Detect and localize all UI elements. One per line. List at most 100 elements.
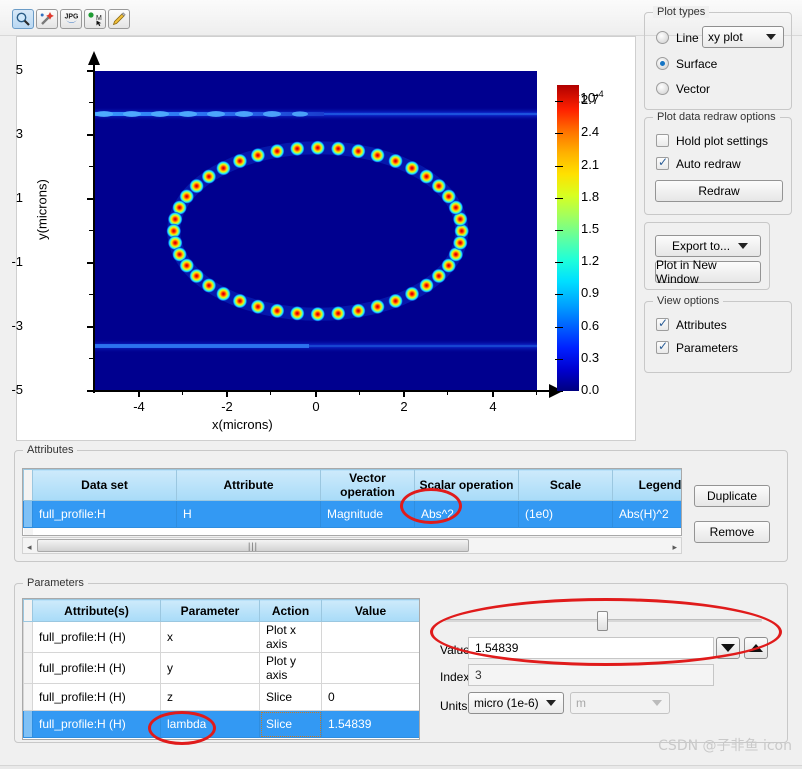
radio-surface-label: Surface — [676, 57, 718, 71]
radio-surface[interactable] — [656, 57, 669, 70]
row-handle[interactable] — [23, 621, 33, 653]
attributes-table[interactable]: Data set Attribute Vector operation Scalar … — [23, 469, 681, 535]
duplicate-button-label: Duplicate — [706, 489, 758, 503]
table-cell-empty — [176, 527, 321, 535]
table-cell[interactable]: Plot y axis — [259, 652, 322, 684]
scroll-left-icon[interactable]: ◂ — [27, 542, 32, 553]
parameters-row[interactable]: full_profile:H (H) lambda Slice 1.54839 — [23, 710, 419, 738]
value-decrement-button[interactable] — [716, 637, 740, 659]
table-cell[interactable]: z — [160, 683, 260, 711]
table-cell[interactable]: Slice — [259, 683, 322, 711]
zoom-icon-button[interactable] — [12, 9, 34, 29]
line-plot-type-combo[interactable]: xy plot — [702, 26, 784, 48]
hold-plot-settings-label: Hold plot settings — [676, 134, 769, 148]
table-cell[interactable]: full_profile:H (H) — [32, 621, 161, 653]
row-handle[interactable] — [23, 652, 33, 684]
redraw-button-label: Redraw — [698, 184, 740, 198]
table-cell[interactable]: lambda — [160, 710, 260, 738]
hold-plot-settings-checkbox[interactable] — [656, 134, 669, 147]
colorbar-tick — [555, 262, 563, 264]
attributes-scroll-thumb[interactable]: ||| — [37, 539, 469, 552]
value-increment-button[interactable] — [744, 637, 768, 659]
magic-wand-icon-button[interactable] — [36, 9, 58, 29]
units-prefix-combo[interactable]: micro (1e-6) — [468, 692, 564, 714]
parameters-row[interactable]: full_profile:H (H) z Slice 0 — [23, 683, 419, 711]
marker-icon-button[interactable]: M — [84, 9, 106, 29]
table-cell[interactable]: y — [160, 652, 260, 684]
remove-button[interactable]: Remove — [694, 521, 770, 543]
column-header[interactable]: Vector operation — [320, 469, 415, 501]
auto-redraw-checkbox[interactable] — [656, 155, 669, 170]
table-cell[interactable] — [321, 621, 419, 653]
table-cell[interactable]: Plot x axis — [259, 621, 322, 653]
parameters-header-row: Attribute(s) Parameter Action Value — [23, 599, 419, 622]
plot-in-new-window-button[interactable]: Plot in New Window — [655, 258, 761, 286]
row-handle[interactable] — [23, 683, 33, 711]
scroll-right-icon[interactable]: ▸ — [672, 542, 677, 553]
redraw-options-group: Plot data redraw options Hold plot setti… — [644, 111, 792, 215]
radio-vector[interactable] — [656, 82, 669, 95]
parameters-row[interactable]: full_profile:H (H) y Plot y axis — [23, 652, 419, 684]
table-cell[interactable]: 0 — [321, 683, 419, 711]
colorbar-tick — [555, 101, 563, 103]
table-cell[interactable]: Abs(H)^2 — [612, 500, 681, 528]
colorbar — [557, 85, 579, 391]
table-cell[interactable]: H — [176, 500, 321, 528]
table-cell[interactable]: 1.54839 — [321, 710, 419, 738]
column-header[interactable]: Scale — [518, 469, 613, 501]
colorbar-tick-label: 0.9 — [581, 285, 600, 301]
table-cell[interactable]: full_profile:H (H) — [32, 683, 161, 711]
parameters-table[interactable]: Attribute(s) Parameter Action Value full_pr… — [23, 599, 419, 738]
units-base-combo: m — [570, 692, 670, 714]
column-header[interactable]: Attribute — [176, 469, 321, 501]
value-label: Value — [440, 643, 470, 657]
duplicate-button[interactable]: Duplicate — [694, 485, 770, 507]
column-header[interactable]: Attribute(s) — [32, 599, 161, 622]
colorbar-tick — [555, 165, 563, 167]
value-slider-thumb[interactable] — [597, 611, 608, 631]
row-handle[interactable] — [23, 710, 33, 738]
view-parameters-checkbox[interactable] — [656, 339, 669, 354]
table-cell[interactable]: Magnitude — [320, 500, 415, 528]
chevron-down-icon — [652, 700, 662, 706]
table-cell[interactable]: x — [160, 621, 260, 653]
table-cell[interactable]: full_profile:H (H) — [32, 652, 161, 684]
radio-line[interactable] — [656, 31, 669, 44]
table-cell[interactable] — [321, 652, 419, 684]
column-header[interactable]: Parameter — [160, 599, 260, 622]
column-header[interactable]: Legend — [612, 469, 681, 501]
colorbar-tick-label: 1.2 — [581, 253, 600, 269]
export-to-button[interactable]: Export to... — [655, 235, 761, 257]
view-attributes-checkbox[interactable] — [656, 316, 669, 331]
table-cell[interactable]: full_profile:H — [32, 500, 177, 528]
export-group: Export to... Plot in New Window — [644, 222, 770, 290]
radio-line-label: Line — [676, 31, 699, 45]
column-header[interactable]: Scalar operation — [414, 469, 519, 501]
row-handle[interactable] — [23, 500, 33, 528]
table-cell[interactable]: Abs^2 — [414, 500, 519, 528]
parameters-row[interactable]: full_profile:H (H) x Plot x axis — [23, 621, 419, 653]
attributes-row[interactable]: full_profile:H H Magnitude Abs^2 (1e0) Abs(H)… — [23, 500, 681, 528]
table-cell[interactable]: (1e0) — [518, 500, 613, 528]
table-cell[interactable]: full_profile:H (H) — [32, 710, 161, 738]
svg-text:JPG: JPG — [64, 14, 79, 21]
pencil-edit-icon-button[interactable] — [108, 9, 130, 29]
table-cell[interactable]: Slice — [259, 710, 322, 738]
y-tick-label: -5 — [11, 382, 23, 397]
attributes-hscrollbar[interactable]: ◂ ▸ ||| — [22, 537, 682, 554]
column-header[interactable]: Data set — [32, 469, 177, 501]
column-header[interactable]: Value — [321, 599, 419, 622]
value-input[interactable]: 1.54839 — [468, 637, 714, 659]
redraw-button[interactable]: Redraw — [655, 180, 783, 202]
column-header[interactable]: Action — [259, 599, 322, 622]
jpg-export-icon-button[interactable]: JPG — [60, 9, 82, 29]
chevron-down-icon — [546, 700, 556, 706]
parameters-table-wrap[interactable]: Attribute(s) Parameter Action Value full_pr… — [22, 598, 420, 740]
table-cell-empty — [612, 527, 681, 535]
colorbar-tick — [555, 326, 563, 328]
row-handle-header — [23, 469, 33, 501]
parameters-legend: Parameters — [23, 577, 88, 589]
plot-canvas[interactable]: 5 3 1 -1 -3 -5 -4 -2 0 2 4 x(microns) y(… — [11, 37, 637, 442]
index-input[interactable]: 3 — [468, 664, 714, 686]
attributes-table-wrap[interactable]: Data set Attribute Vector operation Scalar … — [22, 468, 682, 536]
